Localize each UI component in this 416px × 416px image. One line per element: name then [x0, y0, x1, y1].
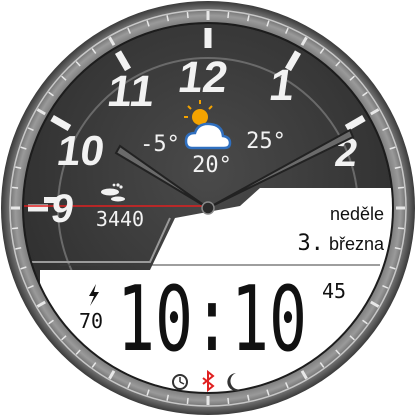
- hour-numeral-11: 11: [104, 67, 157, 116]
- date-label: 3. března: [297, 231, 385, 256]
- date-day: 3.: [297, 231, 324, 256]
- bezel-tick: [227, 12, 230, 19]
- weather-high-temp: 25°: [246, 129, 286, 154]
- battery-level: 70: [79, 309, 103, 333]
- hands-center-cap: [201, 201, 215, 215]
- date-month: března: [329, 234, 385, 254]
- weather-low-temp: -5°: [140, 132, 180, 157]
- weekday-label: neděle: [330, 204, 384, 224]
- digital-time: 10:10: [117, 267, 307, 372]
- weather-current-temp: 20°: [192, 153, 232, 178]
- bezel-tick: [12, 186, 19, 189]
- hour-numeral-12: 12: [175, 53, 231, 102]
- bezel-tick: [12, 227, 19, 230]
- digital-seconds: 45: [322, 279, 346, 303]
- nine-marker-bar: [44, 197, 58, 203]
- watch-face: 12 1 2 9 10 11 -5° 25° 20° 3440 neděle 3…: [1, 1, 415, 415]
- bezel-tick: [186, 12, 189, 19]
- bezel-tick: [186, 397, 189, 404]
- step-count: 3440: [96, 207, 144, 231]
- bezel-tick: [227, 397, 230, 404]
- bezel-tick: [397, 186, 404, 189]
- bezel-tick: [397, 227, 404, 230]
- hour-numeral-10: 10: [54, 127, 107, 174]
